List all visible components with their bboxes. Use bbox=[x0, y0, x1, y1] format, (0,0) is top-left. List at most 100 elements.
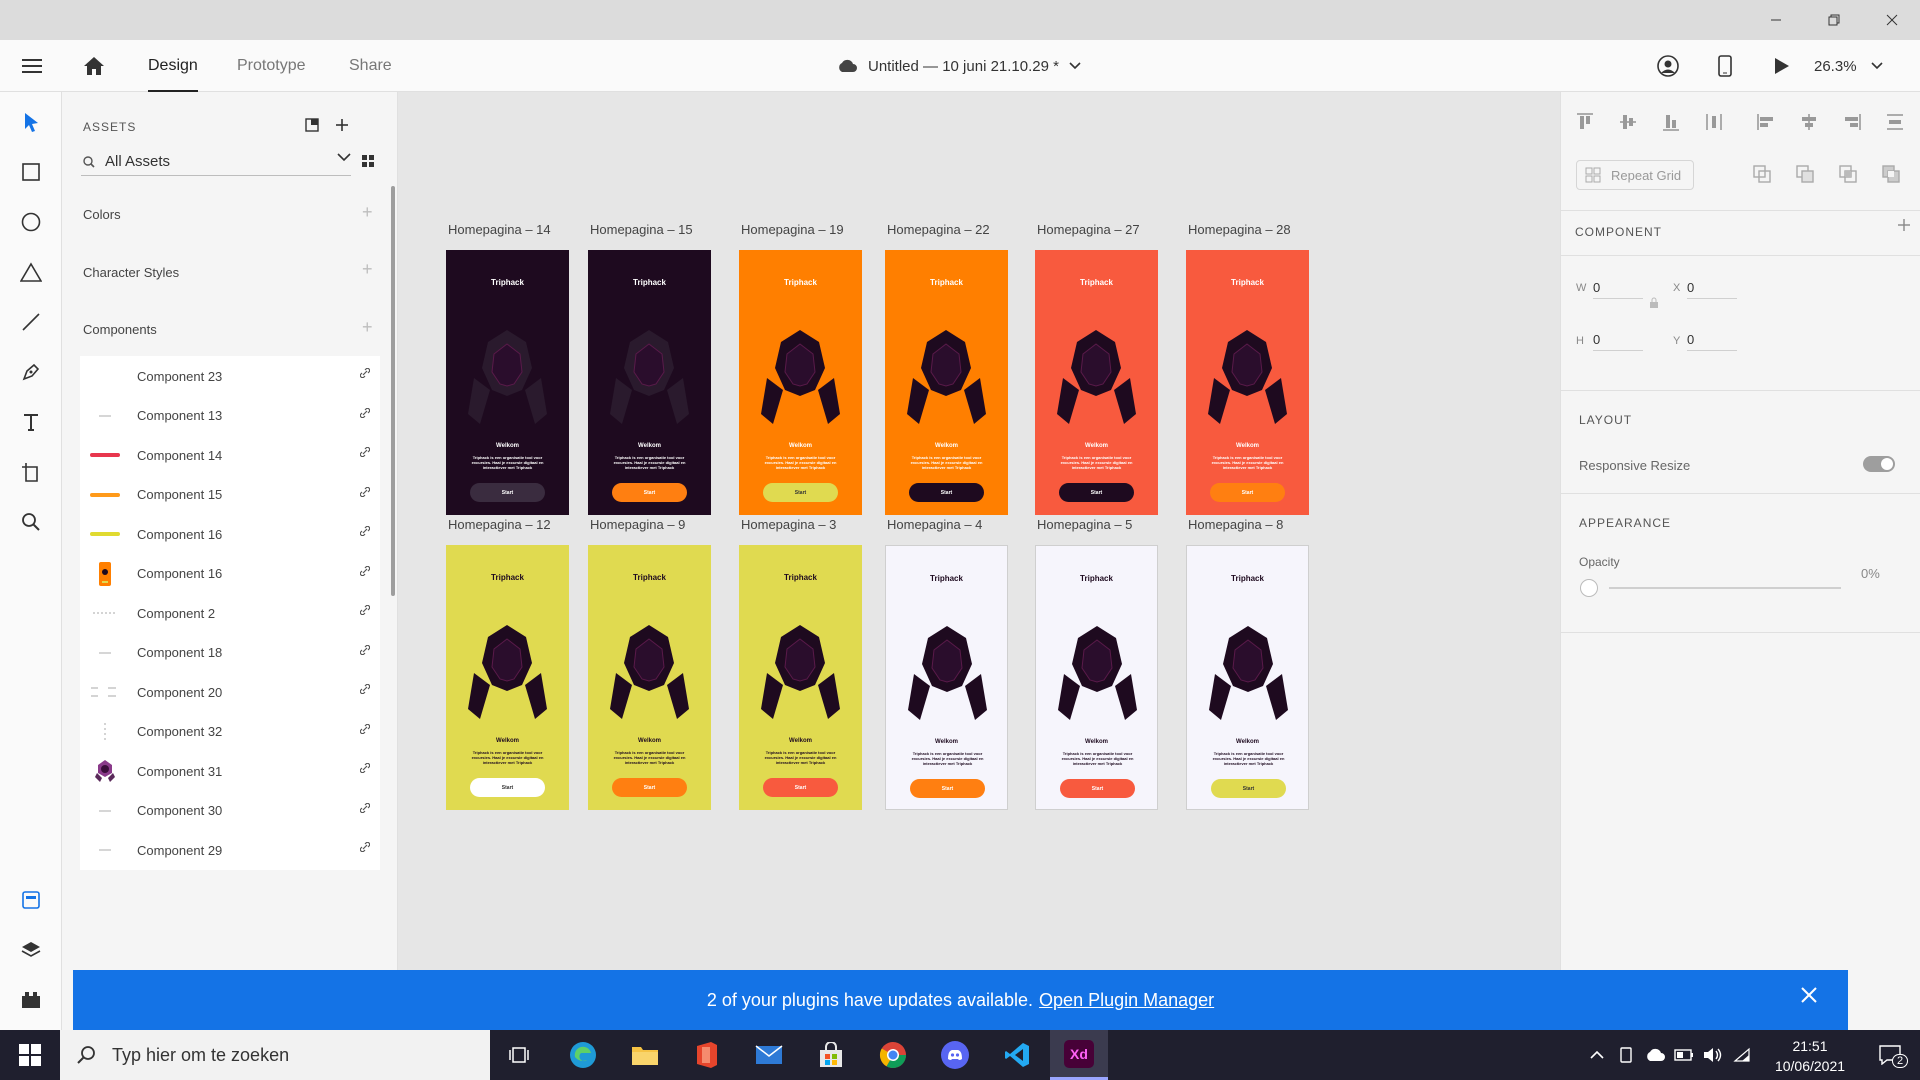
colors-section-label[interactable]: Colors bbox=[83, 207, 121, 222]
zoom-tool[interactable] bbox=[15, 506, 47, 538]
text-tool[interactable] bbox=[15, 406, 47, 438]
artboard[interactable]: Triphack Welkom Triphack is een organisa… bbox=[1186, 250, 1309, 515]
artboard-label[interactable]: Homepagina – 28 bbox=[1188, 222, 1291, 237]
mail-app[interactable] bbox=[740, 1030, 798, 1080]
add-component-state-button[interactable] bbox=[1897, 218, 1911, 237]
artboard-label[interactable]: Homepagina – 9 bbox=[590, 517, 685, 532]
restore-button[interactable] bbox=[1806, 0, 1862, 40]
boolean-subtract-button[interactable] bbox=[1795, 164, 1815, 189]
components-section-label[interactable]: Components bbox=[83, 322, 157, 337]
line-tool[interactable] bbox=[15, 306, 47, 338]
boolean-add-button[interactable] bbox=[1752, 164, 1772, 189]
share-user-button[interactable] bbox=[1652, 40, 1684, 92]
zoom-dropdown[interactable]: 26.3% bbox=[1814, 40, 1883, 92]
plugins-panel-toggle[interactable] bbox=[15, 984, 47, 1016]
artboard[interactable]: Triphack Welkom Triphack is een organisa… bbox=[739, 545, 862, 810]
device-preview-button[interactable] bbox=[1709, 40, 1741, 92]
add-color-button[interactable]: + bbox=[362, 202, 373, 223]
component-list-item[interactable]: Component 16 bbox=[80, 553, 380, 594]
hamburger-menu-button[interactable] bbox=[14, 40, 50, 92]
add-character-style-button[interactable]: + bbox=[362, 259, 373, 280]
width-field[interactable]: 0 bbox=[1593, 280, 1643, 299]
component-list-item[interactable]: Component 20 bbox=[80, 672, 380, 712]
artboard-label[interactable]: Homepagina – 4 bbox=[887, 517, 982, 532]
artboard-label[interactable]: Homepagina – 15 bbox=[590, 222, 693, 237]
onedrive-tray-button[interactable] bbox=[1643, 1030, 1667, 1080]
artboard[interactable]: Triphack Welkom Triphack is een organisa… bbox=[1035, 250, 1158, 515]
open-plugin-manager-link[interactable]: Open Plugin Manager bbox=[1039, 990, 1214, 1011]
height-field[interactable]: 0 bbox=[1593, 332, 1643, 351]
office-app[interactable] bbox=[678, 1030, 736, 1080]
volume-tray-button[interactable] bbox=[1701, 1030, 1725, 1080]
artboard[interactable]: Triphack Welkom Triphack is een organisa… bbox=[1035, 545, 1158, 810]
artboard-label[interactable]: Homepagina – 14 bbox=[448, 222, 551, 237]
artboard-label[interactable]: Homepagina – 5 bbox=[1037, 517, 1132, 532]
distribute-vertical-button[interactable] bbox=[1702, 110, 1726, 134]
artboard[interactable]: Triphack Welkom Triphack is een organisa… bbox=[885, 545, 1008, 810]
task-view-button[interactable] bbox=[490, 1030, 548, 1080]
component-list-item[interactable]: Component 15 bbox=[80, 474, 380, 515]
artboard[interactable]: Triphack Welkom Triphack is een organisa… bbox=[1186, 545, 1309, 810]
artboard-label[interactable]: Homepagina – 27 bbox=[1037, 222, 1140, 237]
align-middle-button[interactable] bbox=[1616, 110, 1640, 134]
document-title[interactable]: Untitled — 10 juni 21.10.29 * bbox=[836, 40, 1081, 92]
component-list-item[interactable]: Component 31 bbox=[80, 751, 380, 791]
y-field[interactable]: 0 bbox=[1687, 332, 1737, 351]
add-asset-button[interactable] bbox=[335, 118, 349, 136]
artboard-label[interactable]: Homepagina – 3 bbox=[741, 517, 836, 532]
play-preview-button[interactable] bbox=[1766, 40, 1798, 92]
edge-app[interactable] bbox=[554, 1030, 612, 1080]
start-button[interactable] bbox=[0, 1030, 60, 1080]
tab-share[interactable]: Share bbox=[349, 40, 392, 92]
adobe-xd-app[interactable]: Xd bbox=[1050, 1030, 1108, 1080]
taskbar-clock[interactable]: 21:51 10/06/2021 bbox=[1760, 1036, 1860, 1076]
chrome-app[interactable] bbox=[864, 1030, 922, 1080]
align-bottom-button[interactable] bbox=[1659, 110, 1683, 134]
artboard-label[interactable]: Homepagina – 8 bbox=[1188, 517, 1283, 532]
opacity-slider-handle[interactable] bbox=[1580, 579, 1598, 597]
artboard-tool[interactable] bbox=[15, 456, 47, 488]
component-list-item[interactable]: Component 29 bbox=[80, 830, 380, 870]
align-left-button[interactable] bbox=[1754, 110, 1778, 134]
artboard[interactable]: Triphack Welkom Triphack is een organisa… bbox=[739, 250, 862, 515]
x-field[interactable]: 0 bbox=[1687, 280, 1737, 299]
wifi-tray-button[interactable] bbox=[1730, 1030, 1754, 1080]
add-component-button[interactable]: + bbox=[362, 317, 373, 338]
show-hidden-icons-button[interactable] bbox=[1585, 1030, 1609, 1080]
distribute-horizontal-button[interactable] bbox=[1883, 110, 1907, 134]
component-list-item[interactable]: Component 14 bbox=[80, 435, 380, 475]
align-top-button[interactable] bbox=[1573, 110, 1597, 134]
minimize-button[interactable] bbox=[1748, 0, 1804, 40]
component-list-item[interactable]: Component 30 bbox=[80, 790, 380, 831]
layers-panel-toggle[interactable] bbox=[15, 934, 47, 966]
component-list-item[interactable]: Component 2 bbox=[80, 593, 380, 633]
assets-panel-toggle[interactable] bbox=[15, 884, 47, 916]
close-banner-button[interactable] bbox=[1800, 986, 1818, 1009]
component-list-item[interactable]: Component 18 bbox=[80, 632, 380, 673]
artboard-label[interactable]: Homepagina – 19 bbox=[741, 222, 844, 237]
pen-tool[interactable] bbox=[15, 356, 47, 388]
link-library-button[interactable] bbox=[305, 118, 319, 136]
select-tool[interactable] bbox=[15, 106, 47, 138]
battery-tray-button[interactable] bbox=[1672, 1030, 1696, 1080]
store-app[interactable] bbox=[802, 1030, 860, 1080]
component-list-item[interactable]: Component 13 bbox=[80, 395, 380, 436]
assets-scrollbar[interactable] bbox=[391, 186, 395, 596]
design-canvas[interactable]: Homepagina – 14 Triphack Welkom Triphack… bbox=[398, 92, 1560, 1030]
responsive-resize-toggle[interactable] bbox=[1863, 456, 1895, 472]
home-button[interactable] bbox=[76, 40, 112, 92]
artboard[interactable]: Triphack Welkom Triphack is een organisa… bbox=[446, 545, 569, 810]
artboard[interactable]: Triphack Welkom Triphack is een organisa… bbox=[885, 250, 1008, 515]
vscode-app[interactable] bbox=[988, 1030, 1046, 1080]
artboard-label[interactable]: Homepagina – 12 bbox=[448, 517, 551, 532]
opacity-value[interactable]: 0% bbox=[1861, 566, 1880, 581]
lock-aspect-button[interactable] bbox=[1649, 296, 1659, 314]
component-list-item[interactable]: Component 32 bbox=[80, 711, 380, 752]
tab-design[interactable]: Design bbox=[148, 40, 198, 92]
artboard-label[interactable]: Homepagina – 22 bbox=[887, 222, 990, 237]
file-explorer-app[interactable] bbox=[616, 1030, 674, 1080]
assets-filter-dropdown[interactable]: All Assets bbox=[81, 148, 351, 176]
device-tray-button[interactable] bbox=[1614, 1030, 1638, 1080]
artboard[interactable]: Triphack Welkom Triphack is een organisa… bbox=[588, 545, 711, 810]
discord-app[interactable] bbox=[926, 1030, 984, 1080]
